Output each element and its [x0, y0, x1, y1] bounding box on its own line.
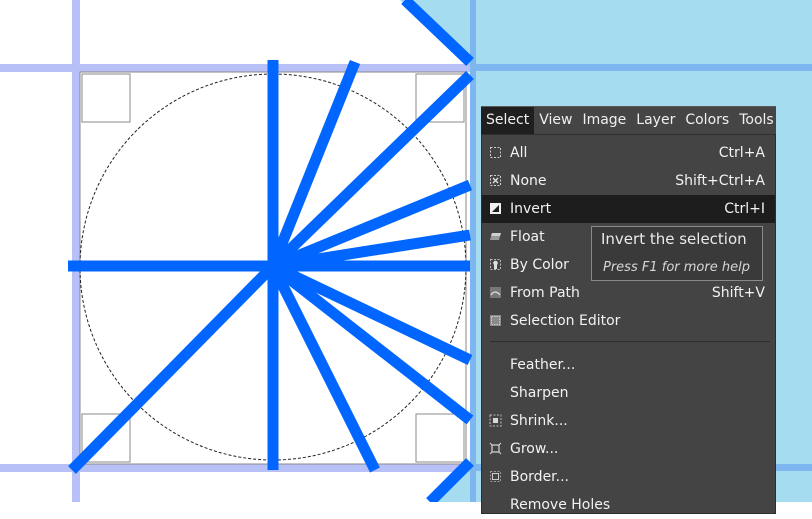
select-menu-dropdown: All Ctrl+A None Shift+Ctrl+A Invert Ctrl… — [481, 134, 776, 514]
menu-separator — [490, 341, 770, 342]
select-all-icon — [490, 147, 501, 158]
menu-item-label: From Path — [510, 285, 580, 301]
menu-item-feather[interactable]: Feather... — [482, 351, 775, 379]
menu-item-selection-editor[interactable]: Selection Editor — [482, 307, 775, 335]
shrink-selection-icon — [489, 414, 502, 427]
grid-line-vertical — [72, 0, 80, 502]
grid-line-horizontal — [0, 64, 470, 72]
menu-item-shortcut: Shift+Ctrl+A — [675, 173, 765, 189]
menu-item-label: None — [510, 173, 547, 189]
menu-item-shortcut: Ctrl+A — [718, 145, 765, 161]
menu-item-border[interactable]: Border... — [482, 463, 775, 491]
menu-item-none[interactable]: None Shift+Ctrl+A — [482, 167, 775, 195]
tooltip-title: Invert the selection — [601, 230, 747, 248]
menu-item-from-path[interactable]: From Path Shift+V — [482, 279, 775, 307]
border-selection-icon — [490, 471, 501, 482]
menu-tools[interactable]: Tools — [734, 107, 779, 134]
float-selection-icon — [490, 233, 501, 240]
select-none-icon — [490, 175, 501, 186]
invert-selection-icon — [490, 203, 501, 214]
selection-editor-icon — [490, 315, 501, 326]
menu-item-label: Grow... — [510, 441, 559, 457]
menu-image[interactable]: Image — [577, 107, 631, 134]
menu-item-label: Shrink... — [510, 413, 568, 429]
tooltip-hint: Press F1 for more help — [603, 260, 750, 275]
menu-select[interactable]: Select — [481, 107, 535, 134]
menu-item-sharpen[interactable]: Sharpen — [482, 379, 775, 407]
menu-item-label: Feather... — [510, 357, 576, 373]
menu-item-label: Remove Holes — [510, 497, 611, 513]
menu-item-label: Selection Editor — [510, 313, 621, 329]
grow-selection-icon — [489, 442, 502, 455]
menu-item-label: Sharpen — [510, 385, 569, 401]
menu-view[interactable]: View — [534, 107, 577, 134]
menu-item-invert[interactable]: Invert Ctrl+I — [482, 195, 775, 223]
menu-item-label: Invert — [510, 201, 552, 217]
menu-item-label: Border... — [510, 469, 570, 485]
menu-item-shortcut: Ctrl+I — [724, 201, 765, 217]
menubar: Select View Image Layer Colors Tools — [481, 106, 776, 134]
menu-item-label: By Color — [510, 257, 569, 273]
select-by-color-icon — [490, 259, 501, 270]
menu-item-label: All — [510, 145, 528, 161]
menu-item-label: Float — [510, 229, 545, 245]
menu-item-shortcut: Shift+V — [711, 285, 765, 301]
tooltip: Invert the selection Press F1 for more h… — [591, 226, 763, 281]
selection-from-path-icon — [490, 287, 501, 298]
menu-item-shrink[interactable]: Shrink... — [482, 407, 775, 435]
menu-colors[interactable]: Colors — [680, 107, 734, 134]
menu-layer[interactable]: Layer — [631, 107, 680, 134]
menu-item-all[interactable]: All Ctrl+A — [482, 139, 775, 167]
menu-item-remove-holes[interactable]: Remove Holes — [482, 491, 775, 519]
menu-item-grow[interactable]: Grow... — [482, 435, 775, 463]
